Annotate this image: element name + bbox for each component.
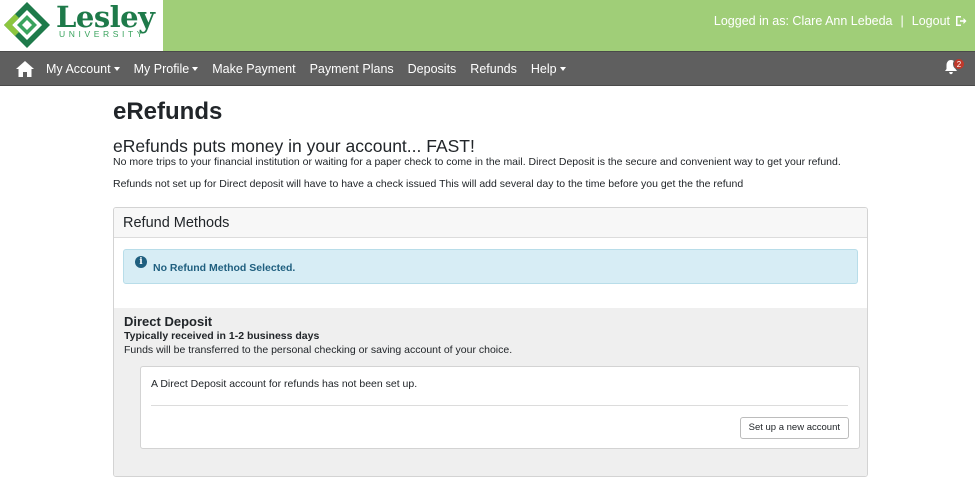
refund-methods-heading: Refund Methods — [114, 208, 867, 238]
direct-deposit-description: Funds will be transferred to the persona… — [124, 344, 513, 356]
direct-deposit-account-box: A Direct Deposit account for refunds has… — [140, 366, 860, 449]
caret-down-icon — [113, 67, 120, 71]
logout-link[interactable]: Logout — [912, 14, 967, 28]
home-icon[interactable] — [16, 61, 34, 77]
logout-label: Logout — [911, 14, 950, 28]
login-area: Logged in as: Clare Ann Lebeda | Logout — [714, 14, 967, 28]
direct-deposit-title: Direct Deposit — [124, 314, 213, 329]
page-description-check: Refunds not set up for Direct deposit wi… — [113, 178, 744, 190]
alert-text: No Refund Method Selected. — [153, 262, 296, 274]
nav-my-profile[interactable]: My Profile — [134, 62, 199, 76]
no-method-alert: i No Refund Method Selected. — [123, 249, 858, 284]
refund-methods-card: Refund Methods i No Refund Method Select… — [113, 207, 868, 477]
lesley-logo-icon — [4, 2, 50, 48]
nav-deposits[interactable]: Deposits — [408, 62, 457, 76]
nav-label: Payment Plans — [309, 61, 394, 76]
nav-label: Make Payment — [212, 61, 296, 76]
nav-label: My Profile — [133, 61, 190, 76]
login-separator: | — [900, 14, 904, 28]
direct-deposit-section: Direct Deposit Typically received in 1-2… — [114, 308, 867, 476]
logo[interactable]: Lesley UNIVERSITY — [0, 0, 163, 51]
nav-make-payment[interactable]: Make Payment — [212, 62, 295, 76]
caret-down-icon — [559, 67, 566, 71]
nav-refunds[interactable]: Refunds — [470, 62, 517, 76]
notification-badge: 2 — [953, 58, 965, 70]
page-description: No more trips to your financial institut… — [113, 156, 841, 168]
nav-help[interactable]: Help — [531, 62, 566, 76]
direct-deposit-subtitle: Typically received in 1-2 business days — [124, 330, 320, 342]
main-nav: My Account My Profile Make Payment Payme… — [0, 51, 975, 86]
info-icon: i — [135, 256, 147, 268]
logo-subtext: UNIVERSITY — [59, 29, 147, 39]
logged-in-user: Logged in as: Clare Ann Lebeda — [713, 14, 893, 28]
nav-label: My Account — [46, 61, 111, 76]
caret-down-icon — [192, 67, 199, 71]
header-bar: Lesley UNIVERSITY Logged in as: Clare An… — [0, 0, 975, 51]
nav-payment-plans[interactable]: Payment Plans — [310, 62, 394, 76]
nav-label: Help — [530, 61, 557, 76]
divider — [151, 405, 848, 406]
direct-deposit-status: A Direct Deposit account for refunds has… — [151, 378, 418, 390]
nav-label: Refunds — [470, 61, 517, 76]
page-title: eRefunds — [113, 98, 223, 125]
page-tagline: eRefunds puts money in your account... F… — [113, 136, 475, 156]
nav-label: Deposits — [407, 61, 457, 76]
nav-items: My Account My Profile Make Payment Payme… — [46, 52, 580, 85]
nav-my-account[interactable]: My Account — [46, 62, 120, 76]
setup-new-account-button[interactable]: Set up a new account — [739, 417, 849, 439]
logout-icon — [956, 16, 967, 26]
